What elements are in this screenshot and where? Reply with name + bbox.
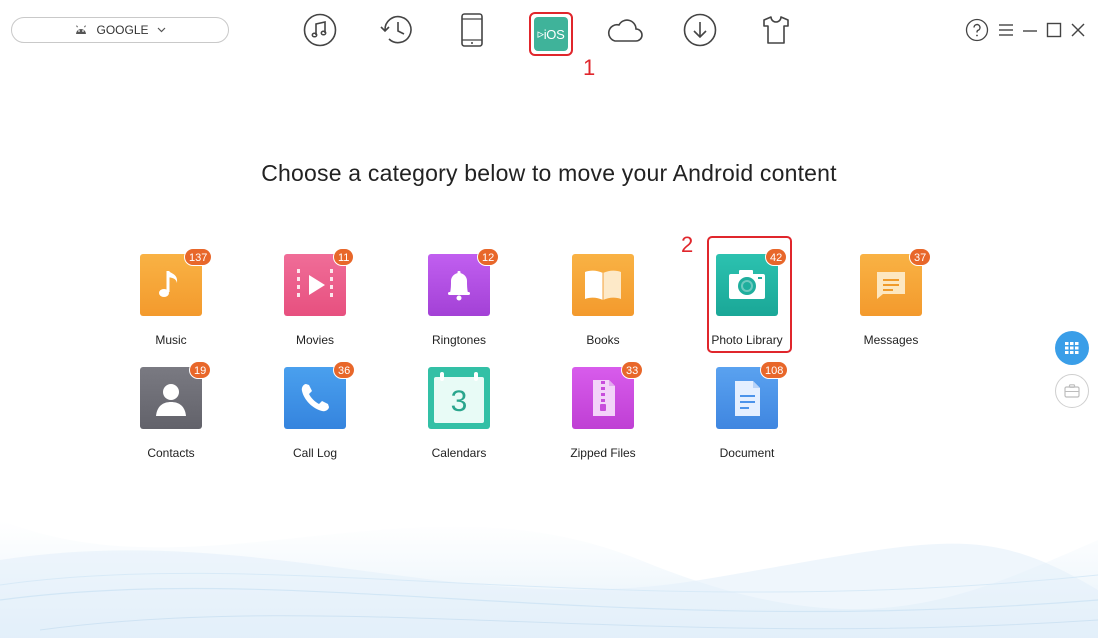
step-1-annotation: 1 (583, 55, 596, 80)
category-messages[interactable]: 37 Messages (831, 248, 951, 354)
minimize-button[interactable] (1021, 21, 1039, 39)
messages-label: Messages (863, 333, 919, 347)
books-label: Books (586, 333, 620, 347)
toolkit-button[interactable] (757, 11, 795, 49)
calendars-label: Calendars (431, 446, 487, 460)
books-category-icon (572, 254, 634, 316)
contacts-label: Contacts (147, 446, 195, 460)
messages-count-badge: 37 (909, 248, 932, 266)
category-movies[interactable]: 11 Movies (255, 248, 375, 354)
shirt-icon (763, 16, 789, 44)
category-document[interactable]: 108 Document (687, 361, 807, 467)
category-view-button[interactable] (1055, 331, 1089, 365)
zipped-files-label: Zipped Files (570, 446, 636, 460)
category-music[interactable]: 137 Music (111, 248, 231, 354)
toolbox-button[interactable] (1055, 374, 1089, 408)
to-ios-icon: ▹ iOS (534, 17, 568, 51)
cloud-icon (607, 19, 643, 42)
movies-count-badge: 11 (333, 248, 355, 266)
main-toolbar: ▹ iOS (0, 8, 1098, 56)
help-icon (965, 18, 989, 42)
menu-button[interactable] (997, 21, 1015, 39)
photo-library-highlight (707, 236, 792, 353)
phone-icon (461, 13, 483, 47)
music-label: Music (155, 333, 187, 347)
ringtones-count-badge: 12 (477, 248, 500, 266)
close-button[interactable] (1069, 21, 1087, 39)
android-to-ios-button[interactable]: ▹ iOS (529, 12, 573, 56)
category-ringtones[interactable]: 12 Ringtones (399, 248, 519, 354)
category-zipped-files[interactable]: 33 Zipped Files (543, 361, 663, 467)
document-count-badge: 108 (760, 361, 789, 379)
menu-icon (999, 24, 1013, 36)
maximize-button[interactable] (1045, 21, 1063, 39)
call-log-count-badge: 36 (333, 361, 356, 379)
minimize-icon (1023, 30, 1037, 32)
contacts-count-badge: 19 (189, 361, 212, 379)
close-icon (1071, 23, 1085, 37)
page-headline: Choose a category below to move your And… (261, 160, 837, 186)
calendars-category-icon: 3 (428, 367, 490, 429)
zipped-files-count-badge: 33 (621, 361, 644, 379)
history-icon (380, 15, 412, 44)
history-button[interactable] (378, 11, 416, 49)
music-icon (303, 13, 337, 47)
category-calendars[interactable]: 3 Calendars (399, 367, 519, 467)
maximize-icon (1046, 22, 1062, 38)
download-icon (683, 13, 717, 47)
step-2-annotation: 2 (681, 232, 694, 257)
category-contacts[interactable]: 19 Contacts (111, 361, 231, 467)
document-label: Document (719, 446, 775, 460)
category-books[interactable]: Books (543, 254, 663, 354)
music-count-badge: 137 (184, 248, 213, 266)
movies-label: Movies (295, 333, 334, 347)
ringtones-label: Ringtones (431, 333, 487, 347)
calendar-day-number: 3 (450, 385, 468, 418)
ios-label: iOS (543, 26, 565, 42)
call-log-label: Call Log (292, 446, 338, 460)
category-call-log[interactable]: 36 Call Log (255, 361, 375, 467)
music-manager-button[interactable] (301, 11, 339, 49)
briefcase-icon (1064, 384, 1080, 398)
help-button[interactable] (965, 18, 989, 42)
phone-manager-button[interactable] (453, 11, 491, 49)
download-button[interactable] (681, 11, 719, 49)
cloud-button[interactable] (606, 11, 644, 49)
grid-icon (1065, 342, 1079, 354)
